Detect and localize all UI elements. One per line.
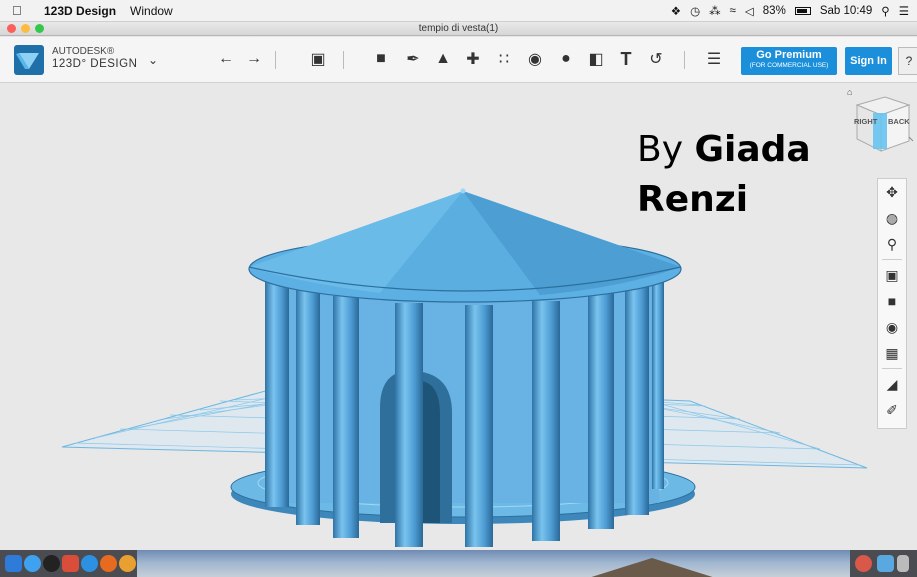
help-button[interactable]: ? <box>898 47 917 75</box>
caption-prefix: By <box>637 129 684 170</box>
brand-line-1: AUTODESK® <box>52 46 115 57</box>
time-machine-icon[interactable]: ◷ <box>690 4 700 18</box>
window-menu[interactable]: Window <box>130 4 173 18</box>
edit-icon[interactable]: ✐ <box>878 397 906 423</box>
column[interactable] <box>625 283 649 515</box>
go-premium-button[interactable]: Go Premium (FOR COMMERCIAL USE) <box>741 47 837 75</box>
minimize-window-button[interactable] <box>21 24 30 33</box>
pattern-icon[interactable]: ∷ <box>493 48 515 70</box>
author-caption: By Giada Renzi <box>637 125 811 225</box>
redo-icon[interactable]: → <box>243 48 265 70</box>
brand-text: AUTODESK® 123D° DESIGN <box>52 46 137 70</box>
window-controls <box>7 24 44 33</box>
photos-icon[interactable] <box>62 555 79 572</box>
finder-icon[interactable] <box>5 555 22 572</box>
navbar-divider <box>882 368 902 369</box>
column[interactable] <box>395 303 423 547</box>
notification-center-icon[interactable]: ☰ <box>899 4 909 18</box>
sketch-icon[interactable]: ✒ <box>402 48 424 70</box>
material-view-icon[interactable]: ◢ <box>878 371 906 397</box>
go-premium-sublabel: (FOR COMMERCIAL USE) <box>749 62 829 69</box>
column[interactable] <box>652 275 664 489</box>
caption-name-first: Giada <box>694 129 811 170</box>
brand-line-2: 123D° DESIGN <box>52 58 138 70</box>
group-icon[interactable]: ◉ <box>524 48 546 70</box>
transform-icon[interactable]: ▣ <box>307 48 329 70</box>
window-titlebar: tempio di vesta(1) <box>0 22 917 36</box>
battery-icon[interactable] <box>794 7 811 15</box>
materials-icon[interactable]: ☰ <box>703 48 725 70</box>
safari-icon[interactable] <box>81 555 98 572</box>
viewcube-right-face[interactable]: RIGHT <box>854 117 877 126</box>
view-icon[interactable]: ■ <box>878 288 906 314</box>
sign-in-button[interactable]: Sign In <box>845 47 892 75</box>
modify-icon[interactable]: ✚ <box>462 48 484 70</box>
zoom-icon[interactable]: ⚲ <box>878 231 906 257</box>
combine-icon[interactable]: ● <box>555 48 577 70</box>
main-toolbar: AUTODESK® 123D° DESIGN ⌄ ← → ▣ ■ ✒ ▲ ✚ ∷… <box>0 37 917 83</box>
viewcube-back-face[interactable]: BACK <box>888 117 910 126</box>
dock <box>0 550 917 577</box>
grid-icon[interactable]: ▦ <box>878 340 906 366</box>
column[interactable] <box>265 275 289 507</box>
chrome-icon[interactable] <box>119 555 136 572</box>
navbar-divider <box>882 259 902 260</box>
battery-percent: 83% <box>762 5 786 17</box>
measure-icon[interactable]: ◧ <box>585 48 607 70</box>
column[interactable] <box>465 305 493 547</box>
toolbar-separator <box>684 51 685 69</box>
zoom-window-button[interactable] <box>35 24 44 33</box>
main-menu-chevron-icon[interactable]: ⌄ <box>148 53 158 67</box>
app-menu[interactable]: 123D Design <box>44 4 116 18</box>
launchpad-icon[interactable] <box>43 555 60 572</box>
toolbar-separator <box>275 51 276 69</box>
navigation-bar: ✥ ◍ ⚲ ▣ ■ ◉ ▦ ◢ ✐ <box>877 178 907 429</box>
spotlight-search-icon[interactable]: ⚲ <box>881 4 889 18</box>
caption-name-last: Renzi <box>637 179 749 220</box>
column[interactable] <box>296 287 320 525</box>
3d-viewport[interactable]: By Giada Renzi ⌂ RIGHT BACK ✥ ◍ ⚲ ▣ ■ ◉ … <box>0 83 917 550</box>
menu-bar:  123D Design Window ❖ ◷ ⁂ ≈ ◁ 83% Sab 1… <box>0 0 917 22</box>
temple-roof[interactable] <box>248 188 682 303</box>
firefox-icon[interactable] <box>100 555 117 572</box>
snap-icon[interactable]: ↺ <box>645 48 667 70</box>
clock[interactable]: Sab 10:49 <box>820 5 872 17</box>
bluetooth-icon[interactable]: ⁂ <box>709 4 721 18</box>
pan-icon[interactable]: ✥ <box>878 179 906 205</box>
column[interactable] <box>588 293 614 529</box>
primitives-icon[interactable]: ■ <box>370 48 392 70</box>
autodesk-logo-icon[interactable] <box>14 45 44 75</box>
dropbox-icon[interactable]: ❖ <box>671 4 681 18</box>
column[interactable] <box>333 296 359 538</box>
downloads-icon[interactable] <box>877 555 894 572</box>
text-icon[interactable]: T <box>615 48 637 70</box>
window-title: tempio di vesta(1) <box>418 23 499 34</box>
fit-icon[interactable]: ▣ <box>878 262 906 288</box>
home-view-icon[interactable]: ⌂ <box>847 87 852 97</box>
menubar-status-area: ❖ ◷ ⁂ ≈ ◁ 83% Sab 10:49 ⚲ ☰ <box>671 0 909 22</box>
toolbar-separator <box>343 51 344 69</box>
trash-icon[interactable] <box>897 555 909 572</box>
volume-icon[interactable]: ◁ <box>745 4 754 18</box>
visibility-icon[interactable]: ◉ <box>878 314 906 340</box>
construct-icon[interactable]: ▲ <box>432 48 454 70</box>
wifi-icon[interactable]: ≈ <box>730 5 736 17</box>
desktop-wallpaper <box>137 550 850 577</box>
close-window-button[interactable] <box>7 24 16 33</box>
view-cube[interactable]: ⌂ RIGHT BACK <box>847 87 915 159</box>
app-store-icon[interactable] <box>24 555 41 572</box>
go-premium-label: Go Premium <box>756 49 822 61</box>
undo-icon[interactable]: ← <box>215 48 237 70</box>
color-picker-icon[interactable] <box>855 555 872 572</box>
column[interactable] <box>532 301 560 541</box>
apple-icon[interactable]:  <box>12 3 26 18</box>
wallpaper-roof <box>582 558 722 577</box>
orbit-icon[interactable]: ◍ <box>878 205 906 231</box>
